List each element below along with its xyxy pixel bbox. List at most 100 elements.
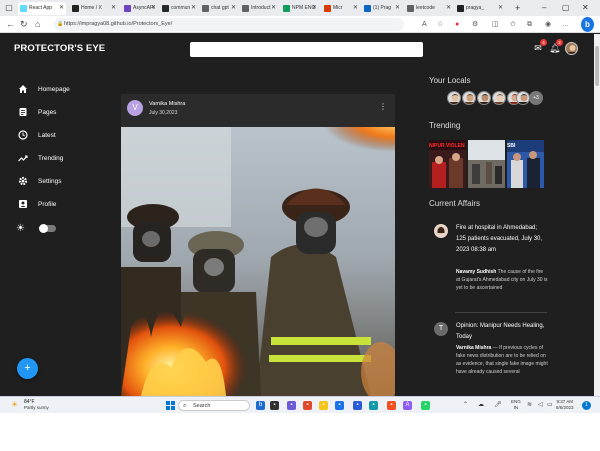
volume-icon[interactable]: ◁ xyxy=(538,401,543,410)
news-author-avatar[interactable]: T xyxy=(434,322,448,336)
sidebar-item-profile[interactable]: Profile xyxy=(18,198,108,212)
add-post-button[interactable]: + xyxy=(17,358,38,379)
news-title[interactable]: Fire at hospital in Ahmedabad; 125 patie… xyxy=(456,223,548,256)
store-app-icon[interactable]: ▪ xyxy=(387,401,396,410)
maximize-button[interactable]: ▢ xyxy=(562,2,570,14)
theme-toggle[interactable] xyxy=(39,224,56,233)
task-view-icon[interactable]: ▪ xyxy=(270,401,279,410)
tab-close-icon[interactable]: ✕ xyxy=(395,2,400,15)
browser-tab[interactable]: Home / X ✕ xyxy=(70,2,118,15)
mail-icon[interactable]: ✉ 4 xyxy=(533,39,547,53)
browser-tab[interactable]: chat gpt ✕ xyxy=(200,2,238,15)
browser-tab[interactable]: Introduct ✕ xyxy=(240,2,278,15)
split-screen-icon[interactable]: ◫ xyxy=(492,19,499,30)
local-avatar[interactable] xyxy=(516,91,530,105)
news-author: Varnika Mishra xyxy=(456,345,492,351)
tab-close-icon[interactable]: ✕ xyxy=(151,2,156,15)
home-button[interactable]: ⌂ xyxy=(35,18,40,31)
browser-tab[interactable]: commun ✕ xyxy=(160,2,198,15)
collections-icon[interactable]: ⧉ xyxy=(527,19,532,30)
more-locals-badge[interactable]: +3 xyxy=(529,91,543,105)
weather-sun-icon[interactable]: ☀ xyxy=(11,400,18,409)
favorites-icon[interactable]: ✩ xyxy=(510,19,516,30)
windows-start-icon[interactable] xyxy=(166,401,175,410)
news-title[interactable]: Opinion: Manipur Needs Healing, Today xyxy=(456,321,548,343)
read-aloud-icon[interactable]: A xyxy=(422,19,427,30)
browser-tab[interactable]: AsyncAPI ✕ xyxy=(122,2,158,15)
local-avatar[interactable] xyxy=(462,91,476,105)
post-image-firefighters[interactable] xyxy=(121,127,395,396)
tab-close-icon[interactable]: ✕ xyxy=(498,2,503,15)
browser-tab[interactable]: React App ✕ xyxy=(18,2,66,15)
tab-close-icon[interactable]: ✕ xyxy=(231,2,236,15)
trending-thumb-3[interactable]: SBI xyxy=(507,140,544,188)
page-scrollbar[interactable] xyxy=(594,34,600,396)
post-author-name[interactable]: Varnika Mishra xyxy=(149,101,185,107)
battery-icon[interactable]: ▭ xyxy=(547,401,553,410)
tab-actions-icon[interactable]: ▢ xyxy=(4,3,14,13)
chat-app-icon[interactable]: ▪ xyxy=(287,401,296,410)
extension-icon[interactable]: ● xyxy=(455,19,459,30)
new-tab-button[interactable]: + xyxy=(515,2,520,14)
wifi-icon[interactable]: ≋ xyxy=(527,401,532,410)
sidebar-item-latest[interactable]: Latest xyxy=(18,129,108,143)
browser-tab[interactable]: Micr ✕ xyxy=(322,2,360,15)
trending-thumb-2[interactable] xyxy=(468,140,505,188)
browser-tab[interactable]: (1) Prag ✕ xyxy=(362,2,402,15)
local-avatar[interactable] xyxy=(447,91,461,105)
favorite-star-icon[interactable]: ☆ xyxy=(437,19,443,30)
tab-close-icon[interactable]: ✕ xyxy=(271,2,276,15)
browser-tab[interactable]: leetcode ✕ xyxy=(405,2,453,15)
bing-copilot-icon[interactable]: b xyxy=(581,17,594,32)
extensions-puzzle-icon[interactable]: ⚙ xyxy=(472,19,478,30)
news-divider xyxy=(455,312,547,313)
acrobat-app-icon[interactable]: A xyxy=(403,401,412,410)
tab-close-icon[interactable]: ✕ xyxy=(111,2,116,15)
taskbar-clock[interactable]: 9:37 AM 8/6/2023 xyxy=(556,399,574,411)
user-avatar[interactable] xyxy=(565,42,578,55)
search-input[interactable] xyxy=(190,42,423,57)
browser-tab-strip: ▢ React App ✕ Home / X ✕ AsyncAPI ✕ commun ✕ cha… xyxy=(0,0,600,16)
whatsapp-app-icon[interactable]: ▪ xyxy=(421,401,430,410)
url-field[interactable]: 🔒 https://impragya08.github.io/Protector… xyxy=(54,18,404,31)
notification-center-badge[interactable]: 1 xyxy=(582,401,591,410)
tab-close-icon[interactable]: ✕ xyxy=(59,2,64,15)
copilot-app-icon[interactable]: b xyxy=(256,401,265,410)
taskbar-search[interactable]: ⌕ Search xyxy=(178,400,250,411)
tray-chevron-icon[interactable]: ⌃ xyxy=(463,401,468,410)
profile-icon[interactable]: ◉ xyxy=(545,19,551,30)
mail-app-icon[interactable]: ▪ xyxy=(353,401,362,410)
scrollbar-thumb[interactable] xyxy=(595,46,599,86)
tab-favicon-icon xyxy=(20,5,27,12)
tab-close-icon[interactable]: ✕ xyxy=(312,2,317,15)
browser-tab[interactable]: NPM ENC ✕ xyxy=(281,2,319,15)
news-author-avatar[interactable] xyxy=(434,224,448,238)
sidebar-item-pages[interactable]: Pages xyxy=(18,106,108,120)
edge-app-icon[interactable]: ▪ xyxy=(369,401,378,410)
back-button[interactable]: ← xyxy=(6,18,15,31)
more-menu-icon[interactable]: … xyxy=(562,19,569,30)
chrome-app-icon[interactable]: ▪ xyxy=(335,401,344,410)
tab-close-icon[interactable]: ✕ xyxy=(191,2,196,15)
sidebar-item-homepage[interactable]: Homepage xyxy=(18,83,108,97)
tab-close-icon[interactable]: ✕ xyxy=(353,2,358,15)
onedrive-icon[interactable]: ☁ xyxy=(478,401,484,410)
language-indicator[interactable]: ENG IN xyxy=(511,399,521,411)
mic-icon[interactable]: 🎤︎ xyxy=(494,401,502,410)
sidebar-item-trending[interactable]: Trending xyxy=(18,152,108,166)
sidebar-item-settings[interactable]: Settings xyxy=(18,175,108,189)
brave-app-icon[interactable]: ▪ xyxy=(303,401,312,410)
post-author-avatar[interactable]: V xyxy=(127,100,143,116)
local-avatar[interactable] xyxy=(477,91,491,105)
more-options-icon[interactable]: ⋮ xyxy=(379,102,387,112)
trending-thumb-1[interactable]: NIPUR VIOLEN xyxy=(429,140,466,188)
close-window-button[interactable]: ✕ xyxy=(582,2,589,14)
weather-desc[interactable]: Partly sunny xyxy=(24,405,49,411)
minimize-button[interactable]: – xyxy=(542,2,546,14)
file-explorer-icon[interactable]: ▪ xyxy=(319,401,328,410)
refresh-button[interactable]: ↻ xyxy=(20,18,28,31)
tab-close-icon[interactable]: ✕ xyxy=(446,2,451,15)
local-avatar[interactable] xyxy=(492,91,506,105)
browser-tab[interactable]: pragya_ ✕ xyxy=(455,2,505,15)
bell-icon[interactable]: 🔔︎ 2 xyxy=(549,39,563,53)
